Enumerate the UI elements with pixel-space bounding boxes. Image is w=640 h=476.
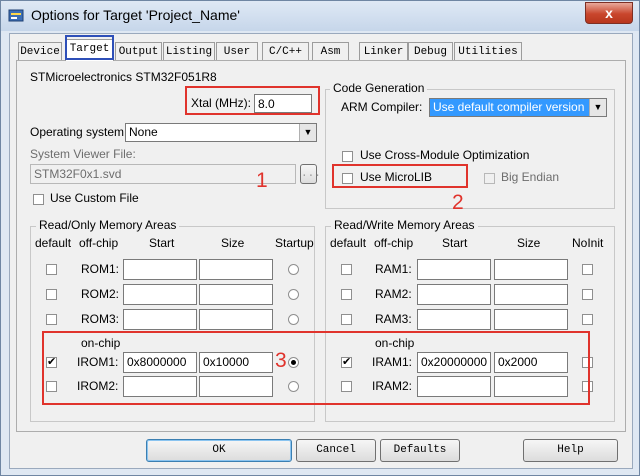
tab-utilities[interactable]: Utilities	[454, 42, 522, 61]
big-endian-checkbox[interactable]	[484, 173, 495, 184]
keil-app-icon	[8, 9, 24, 22]
tab-debug[interactable]: Debug	[408, 42, 453, 61]
defaults-button[interactable]: Defaults	[380, 439, 460, 462]
rom1-startup-radio[interactable]	[288, 264, 299, 275]
tab-user[interactable]: User	[216, 42, 258, 61]
chevron-down-icon: ▼	[589, 99, 606, 116]
ro-header-size: Size	[221, 236, 245, 250]
rom1-default-checkbox[interactable]	[46, 264, 57, 275]
tab-device[interactable]: Device	[18, 42, 62, 61]
ram1-default-checkbox[interactable]	[341, 264, 352, 275]
tab-linker[interactable]: Linker	[359, 42, 408, 61]
rw-header-offchip: off-chip	[374, 236, 414, 250]
rw-header-default: default	[330, 236, 367, 250]
rom1-start-input[interactable]	[123, 259, 197, 280]
big-endian-label: Big Endian	[501, 170, 560, 184]
use-custom-file-label: Use Custom File	[50, 191, 139, 205]
ram1-label: RAM1:	[375, 262, 412, 276]
ram2-label: RAM2:	[375, 287, 412, 301]
os-label: Operating system:	[30, 125, 128, 139]
svd-label: System Viewer File:	[30, 147, 136, 161]
rw-header-noinit: NoInit	[572, 236, 604, 250]
rom3-label: ROM3:	[81, 312, 120, 326]
compiler-select-value: Use default compiler version	[433, 100, 585, 114]
annotation-number-1: 1	[256, 169, 268, 192]
rom3-start-input[interactable]	[123, 309, 197, 330]
readwrite-memory-title: Read/Write Memory Areas	[331, 218, 478, 232]
window-title: Options for Target 'Project_Name'	[31, 7, 240, 23]
rw-header-start: Start	[442, 236, 468, 250]
ram1-size-input[interactable]	[494, 259, 568, 280]
use-custom-file-checkbox[interactable]	[33, 194, 44, 205]
compiler-select[interactable]: Use default compiler version ▼	[429, 98, 607, 117]
cross-module-checkbox[interactable]	[342, 151, 353, 162]
ram3-default-checkbox[interactable]	[341, 314, 352, 325]
code-generation-title: Code Generation	[330, 81, 428, 95]
ram2-start-input[interactable]	[417, 284, 491, 305]
rom3-size-input[interactable]	[199, 309, 273, 330]
cancel-button[interactable]: Cancel	[296, 439, 376, 462]
rom1-size-input[interactable]	[199, 259, 273, 280]
tab-asm[interactable]: Asm	[312, 42, 349, 61]
tab-output[interactable]: Output	[115, 42, 162, 61]
ram1-start-input[interactable]	[417, 259, 491, 280]
os-select[interactable]: None ▼	[125, 123, 317, 142]
dialog-client-area: Device Target Output Listing User C/C++ …	[9, 33, 633, 469]
rom2-default-checkbox[interactable]	[46, 289, 57, 300]
readonly-memory-title: Read/Only Memory Areas	[36, 218, 180, 232]
help-button[interactable]: Help	[523, 439, 618, 462]
chevron-down-icon: ▼	[299, 124, 316, 141]
onchip-memory-highlight-box	[42, 331, 590, 405]
tab-listing[interactable]: Listing	[163, 42, 215, 61]
ok-button[interactable]: OK	[146, 439, 292, 462]
ram2-noinit-checkbox[interactable]	[582, 289, 593, 300]
ro-header-offchip: off-chip	[79, 236, 119, 250]
rom1-label: ROM1:	[81, 262, 120, 276]
title-bar: Options for Target 'Project_Name' x	[1, 1, 639, 31]
rw-header-size: Size	[517, 236, 541, 250]
ro-header-default: default	[35, 236, 72, 250]
rom2-start-input[interactable]	[123, 284, 197, 305]
microlib-highlight-box	[332, 164, 468, 188]
target-tab-highlight	[65, 35, 114, 60]
rom3-default-checkbox[interactable]	[46, 314, 57, 325]
compiler-label: ARM Compiler:	[341, 100, 423, 114]
ro-header-startup: Startup	[275, 236, 314, 250]
close-icon: x	[605, 5, 613, 21]
tab-c-cpp[interactable]: C/C++	[262, 42, 309, 61]
rom2-label: ROM2:	[81, 287, 120, 301]
ram3-label: RAM3:	[375, 312, 412, 326]
ram2-default-checkbox[interactable]	[341, 289, 352, 300]
close-button[interactable]: x	[585, 2, 633, 24]
ram3-size-input[interactable]	[494, 309, 568, 330]
ram3-start-input[interactable]	[417, 309, 491, 330]
os-select-value: None	[129, 125, 158, 139]
rom2-size-input[interactable]	[199, 284, 273, 305]
xtal-highlight-box	[185, 86, 320, 115]
ram3-noinit-checkbox[interactable]	[582, 314, 593, 325]
options-dialog: Options for Target 'Project_Name' x Devi…	[0, 0, 640, 476]
annotation-number-2: 2	[452, 191, 464, 214]
target-panel: STMicroelectronics STM32F051R8 Xtal (MHz…	[16, 60, 626, 432]
ro-header-start: Start	[149, 236, 175, 250]
ram1-noinit-checkbox[interactable]	[582, 264, 593, 275]
rom3-startup-radio[interactable]	[288, 314, 299, 325]
cross-module-label: Use Cross-Module Optimization	[360, 148, 530, 162]
device-name: STMicroelectronics STM32F051R8	[30, 70, 217, 84]
rom2-startup-radio[interactable]	[288, 289, 299, 300]
ram2-size-input[interactable]	[494, 284, 568, 305]
svd-browse-button[interactable]: ...	[300, 164, 321, 184]
